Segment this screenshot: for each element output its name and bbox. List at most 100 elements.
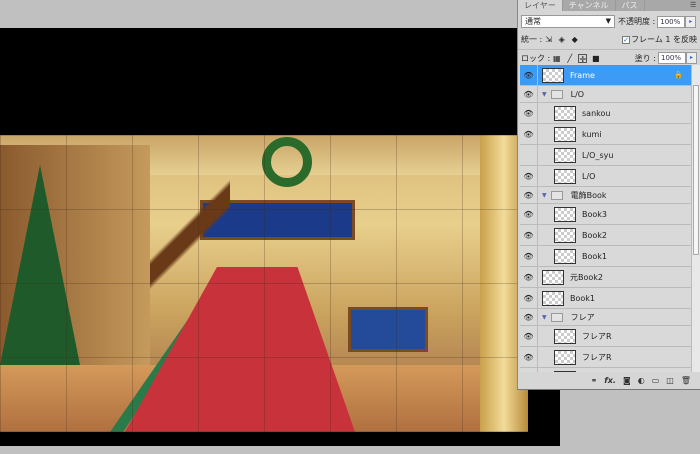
layer-name: Book3 bbox=[582, 209, 607, 219]
fx-icon[interactable]: fx. bbox=[604, 376, 616, 385]
layers-panel: レイヤー チャンネル パス ☰ 通常 ▼ 不透明度 : 100% ▸ 統一 : ⇲… bbox=[517, 0, 700, 390]
layer-name: Frame bbox=[570, 70, 595, 80]
layer-row[interactable]: 👁 Book3 bbox=[520, 204, 691, 225]
eye-icon[interactable]: 👁 bbox=[520, 246, 538, 266]
unify-position-icon[interactable]: ⇲ bbox=[544, 35, 553, 44]
folder-icon bbox=[550, 89, 563, 99]
eye-icon[interactable]: 👁 bbox=[520, 309, 538, 325]
blend-mode-value: 通常 bbox=[525, 17, 541, 26]
layer-row[interactable]: 👁 Book1 bbox=[520, 288, 691, 309]
unify-label: 統一 : bbox=[521, 35, 543, 44]
folder-icon bbox=[550, 190, 563, 200]
scrollbar-thumb[interactable] bbox=[693, 85, 699, 255]
layer-name: 元Book2 bbox=[570, 272, 603, 282]
chevron-down-icon: ▼ bbox=[605, 17, 611, 25]
unify-visibility-icon[interactable]: ◈ bbox=[557, 35, 566, 44]
lock-position-move-icon[interactable]: ✛ bbox=[578, 53, 588, 64]
eye-icon[interactable]: 👁 bbox=[520, 326, 538, 346]
opacity-label: 不透明度 : bbox=[618, 17, 656, 26]
layer-name: Book1 bbox=[582, 251, 607, 261]
lock-pixels-brush-icon[interactable]: ╱ bbox=[565, 54, 574, 63]
propagate-frame-label: フレーム 1 を反映 bbox=[631, 35, 697, 44]
eye-icon[interactable]: 👁 bbox=[520, 124, 538, 144]
adjustment-icon[interactable]: ◐ bbox=[638, 376, 645, 385]
layer-name: L/O bbox=[570, 89, 585, 99]
layer-row[interactable]: 👁 Frame 🔒 bbox=[520, 65, 691, 86]
layer-thumbnail bbox=[542, 290, 564, 306]
eye-icon[interactable]: 👁 bbox=[520, 103, 538, 123]
layers-list: 👁 Frame 🔒 👁 ▼ L/O 👁 sankou 👁 kumi L/O_syu 👁 L/O 👁 ▼ 電飾B… bbox=[520, 65, 691, 372]
mask-icon[interactable]: ◙ bbox=[623, 376, 631, 385]
visibility-toggle[interactable] bbox=[520, 145, 538, 165]
propagate-frame-checkbox[interactable]: ✓ bbox=[622, 35, 631, 44]
eye-icon[interactable]: 👁 bbox=[520, 288, 538, 308]
link-icon[interactable]: ⚭ bbox=[591, 376, 598, 385]
layer-name: L/O_syu bbox=[582, 150, 614, 160]
panel-tabs: レイヤー チャンネル パス ☰ bbox=[518, 0, 700, 11]
layer-row[interactable]: L/O_syu bbox=[520, 145, 691, 166]
guide-grid bbox=[0, 135, 528, 432]
trash-icon[interactable]: 🗑 bbox=[681, 376, 691, 385]
layer-thumbnail bbox=[554, 105, 576, 121]
tab-paths[interactable]: パス bbox=[616, 0, 645, 11]
layer-name: sankou bbox=[582, 108, 611, 118]
fill-input[interactable]: 100% bbox=[658, 52, 686, 64]
eye-icon[interactable]: 👁 bbox=[520, 166, 538, 186]
layer-group-row[interactable]: 👁 ▼ L/O bbox=[520, 86, 691, 103]
layer-group-row[interactable]: 👁 ▼ 電飾Book bbox=[520, 187, 691, 204]
layer-thumbnail bbox=[554, 206, 576, 222]
layer-row[interactable]: 👁 L/O bbox=[520, 166, 691, 187]
eye-icon[interactable]: 👁 bbox=[520, 267, 538, 287]
folder-icon bbox=[550, 312, 563, 322]
layer-name: フレア bbox=[570, 312, 595, 322]
layer-group-row[interactable]: 👁 ▼ フレア bbox=[520, 309, 691, 326]
expand-triangle-icon[interactable]: ▼ bbox=[542, 91, 547, 98]
layer-row[interactable]: 👁 Book1 bbox=[520, 246, 691, 267]
layer-name: Book1 bbox=[570, 293, 595, 303]
lock-all-icon[interactable]: ■ bbox=[591, 54, 600, 63]
layer-name: kumi bbox=[582, 129, 602, 139]
layers-scrollbar[interactable] bbox=[691, 65, 700, 372]
eye-icon[interactable]: 👁 bbox=[520, 347, 538, 367]
eye-icon[interactable]: 👁 bbox=[520, 65, 538, 85]
unify-style-icon[interactable]: ◆ bbox=[570, 35, 579, 44]
panel-menu-icon[interactable]: ☰ bbox=[690, 0, 700, 11]
layer-row[interactable]: 👁 フレアR bbox=[520, 347, 691, 368]
tab-channels[interactable]: チャンネル bbox=[563, 0, 616, 11]
layer-thumbnail bbox=[554, 147, 576, 163]
eye-icon[interactable]: 👁 bbox=[520, 225, 538, 245]
eye-icon[interactable]: 👁 bbox=[520, 86, 538, 102]
new-group-icon[interactable]: ▭ bbox=[652, 376, 660, 385]
layer-name: フレアR bbox=[582, 352, 612, 362]
layer-thumbnail bbox=[542, 67, 564, 83]
canvas-pasteboard[interactable] bbox=[0, 28, 560, 446]
layer-name: L/O bbox=[582, 171, 596, 181]
layer-name: フレアR bbox=[582, 331, 612, 341]
new-layer-icon[interactable]: ◫ bbox=[666, 376, 674, 385]
blend-mode-select[interactable]: 通常 ▼ bbox=[521, 15, 615, 28]
tab-layers[interactable]: レイヤー bbox=[518, 0, 563, 11]
opacity-slider-button[interactable]: ▸ bbox=[685, 15, 697, 28]
layer-name: Book2 bbox=[582, 230, 607, 240]
layer-name: 電飾Book bbox=[570, 190, 607, 200]
expand-triangle-icon[interactable]: ▼ bbox=[542, 192, 547, 199]
opacity-input[interactable]: 100% bbox=[657, 15, 686, 28]
layer-row[interactable]: 👁 Book2 bbox=[520, 225, 691, 246]
layer-row[interactable]: 👁 フレアR bbox=[520, 326, 691, 347]
lock-transparency-icon[interactable]: ▦ bbox=[552, 54, 561, 63]
layers-footer: ⚭ fx. ◙ ◐ ▭ ◫ 🗑 bbox=[518, 372, 700, 389]
fill-slider-button[interactable]: ▸ bbox=[686, 52, 697, 64]
canvas-artwork-christmas-hall[interactable] bbox=[0, 135, 528, 432]
expand-triangle-icon[interactable]: ▼ bbox=[542, 314, 547, 321]
layer-row[interactable]: 👁 kumi bbox=[520, 124, 691, 145]
lock-label: ロック : bbox=[521, 53, 551, 63]
layer-thumbnail bbox=[554, 168, 576, 184]
layer-row[interactable]: 👁 sankou bbox=[520, 103, 691, 124]
layer-row[interactable]: 👁 元Book2 bbox=[520, 267, 691, 288]
lock-icon: 🔒 bbox=[674, 71, 683, 79]
eye-icon[interactable]: 👁 bbox=[520, 187, 538, 203]
layer-thumbnail bbox=[554, 349, 576, 365]
fill-label: 塗り : bbox=[634, 53, 656, 63]
layer-thumbnail bbox=[542, 269, 564, 285]
eye-icon[interactable]: 👁 bbox=[520, 204, 538, 224]
